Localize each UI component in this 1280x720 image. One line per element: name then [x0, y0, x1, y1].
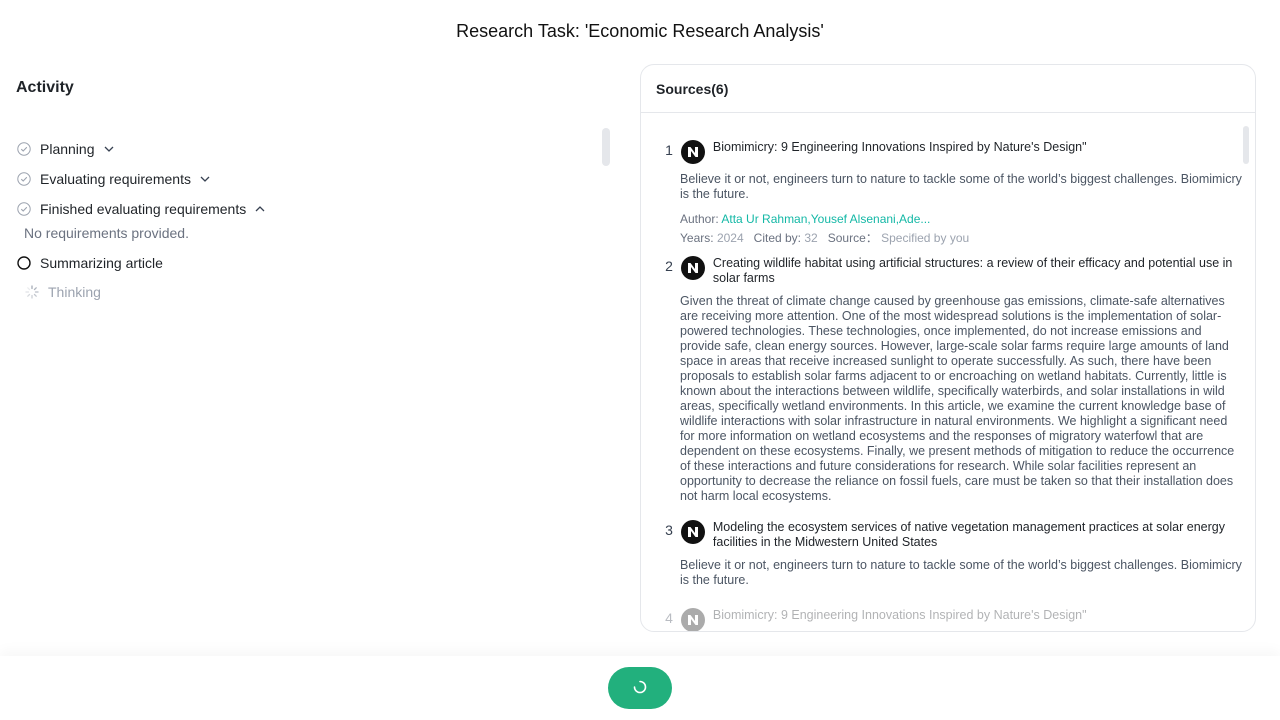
source-description: Believe it or not, engineers turn to nat… [680, 172, 1242, 201]
step-finished-evaluating[interactable]: Finished evaluating requirements [16, 198, 596, 220]
chevron-up-icon[interactable] [254, 203, 266, 215]
activity-scrollbar[interactable] [602, 128, 610, 166]
source-item[interactable]: 1 Biomimicry: 9 Engineering Innovations … [641, 138, 1242, 248]
chevron-down-icon[interactable] [103, 143, 115, 155]
source-description: Given the threat of climate change cause… [680, 294, 1235, 503]
step-label: Evaluating requirements [40, 171, 191, 187]
step-label: Finished evaluating requirements [40, 201, 247, 217]
source-item[interactable]: 4 Biomimicry: 9 Engineering Innovations … [641, 606, 1241, 631]
page-title: Research Task: 'Economic Research Analys… [456, 21, 824, 41]
step-summarizing-article[interactable]: Summarizing article [16, 252, 596, 274]
bottom-bar [0, 656, 1280, 720]
source-title[interactable]: Creating wildlife habitat using artifici… [713, 254, 1241, 286]
source-description: Believe it or not, engineers turn to nat… [680, 558, 1242, 587]
author-label: Author: [680, 212, 719, 226]
activity-list: Planning Evaluating requirements Finishe… [16, 138, 596, 302]
source-title[interactable]: Biomimicry: 9 Engineering Innovations In… [713, 606, 1241, 623]
cited-count: 32 [804, 231, 818, 245]
pending-circle-icon [16, 255, 32, 271]
chevron-down-icon[interactable] [199, 173, 211, 185]
thinking-status: Thinking [24, 282, 596, 302]
source-item[interactable]: 2 Creating wildlife habitat using artifi… [641, 254, 1241, 504]
check-circle-icon [16, 141, 32, 157]
publisher-logo-icon [680, 140, 705, 164]
activity-title: Activity [16, 79, 74, 96]
source-origin: Specified by you [881, 231, 970, 245]
source-title[interactable]: Modeling the ecosystem services of nativ… [713, 518, 1241, 550]
source-authors[interactable]: Atta Ur Rahman,Yousef Alsenani,Ade... [721, 212, 930, 226]
stop-generation-button[interactable] [608, 667, 672, 709]
years-label: Years: [680, 231, 714, 245]
source-number: 4 [665, 610, 673, 626]
cited-label: Cited by: [753, 231, 802, 245]
step-evaluating-requirements[interactable]: Evaluating requirements [16, 168, 596, 190]
source-title[interactable]: Biomimicry: 9 Engineering Innovations In… [713, 138, 1241, 155]
source-meta: Author: Atta Ur Rahman,Yousef Alsenani,A… [680, 210, 1241, 248]
source-item[interactable]: 3 Modeling the ecosystem services of nat… [641, 518, 1242, 588]
spinner-icon [632, 679, 648, 698]
sources-scrollbar[interactable] [1243, 126, 1249, 164]
step-label: Summarizing article [40, 255, 163, 271]
sources-panel: Sources(6) 1 Biomimicry: 9 Engineering I… [640, 64, 1256, 632]
source-number: 3 [665, 522, 673, 538]
loading-spinner-icon [24, 284, 40, 300]
source-number: 1 [665, 142, 673, 158]
publisher-logo-icon [680, 256, 705, 280]
publisher-logo-icon [680, 608, 705, 631]
step-planning[interactable]: Planning [16, 138, 596, 160]
check-circle-icon [16, 171, 32, 187]
source-number: 2 [665, 258, 673, 274]
publisher-logo-icon [680, 520, 705, 544]
requirements-note: No requirements provided. [24, 225, 189, 241]
sources-header: Sources(6) [641, 65, 1255, 113]
sources-list: 1 Biomimicry: 9 Engineering Innovations … [641, 114, 1255, 631]
source-year: 2024 [716, 231, 744, 245]
step-label: Planning [40, 141, 95, 157]
source-label: Source： [827, 231, 878, 245]
check-circle-icon [16, 201, 32, 217]
thinking-label: Thinking [48, 284, 101, 300]
